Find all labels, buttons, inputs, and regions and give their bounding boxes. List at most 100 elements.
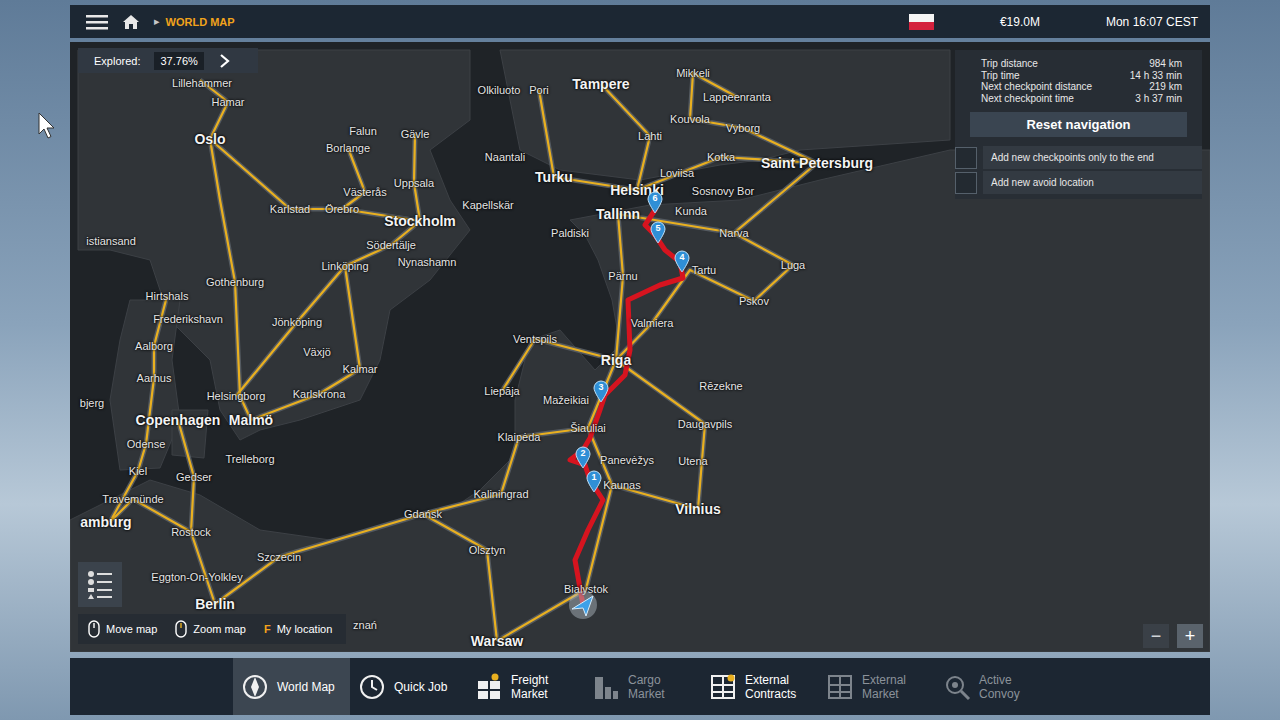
freight-boxes-icon [475,673,503,701]
city-label: Naantali [485,151,525,163]
city-label: Berlin [195,596,235,612]
city-label: Linköping [321,260,368,272]
mouse-icon [88,620,100,638]
city-label: istiansand [86,235,136,247]
city-label: Nynashamn [398,256,457,268]
city-label: Luga [781,259,805,271]
nav-tab-label: Cargo Market [628,673,693,701]
checkpoint-pin[interactable]: 1 [586,470,602,492]
checkpoint-pin[interactable]: 6 [647,191,663,213]
zoom-out-button[interactable]: − [1143,624,1169,648]
option-row[interactable]: Add new avoid location [955,170,1202,195]
convoy-search-icon [943,673,971,701]
city-label: bjerg [80,397,104,409]
city-label: Lillehammer [172,77,232,89]
clock: Mon 16:07 CEST [1106,15,1198,29]
trip-label: Next checkpoint distance [981,81,1092,93]
nav-tab-label: World Map [277,680,335,694]
checkpoint-pin[interactable]: 5 [650,221,666,243]
trip-value: 219 km [1149,81,1182,93]
city-label: Lappeenranta [703,91,771,103]
city-label: Växjö [303,346,331,358]
city-label: Jönköping [272,316,322,328]
city-label: Utena [678,455,707,467]
contracts-grid-icon [709,673,737,701]
city-label: Malmö [229,412,273,428]
nav-tab-label: External Contracts [745,673,810,701]
city-label: Kunda [675,205,707,217]
trip-row: Next checkpoint distance 219 km [955,81,1202,93]
nav-tab[interactable]: Active Convoy [935,658,1052,715]
city-label: Ventspils [513,333,557,345]
city-label: Stockholm [384,213,456,229]
city-label: Kouvola [670,113,710,125]
explored-label: Explored: [94,55,140,67]
city-label: amburg [80,514,131,530]
controls-bar: Move map Zoom map F My location [78,614,346,644]
home-icon[interactable] [122,14,140,30]
trip-value: 14 h 33 min [1130,70,1182,82]
money: €19.0M [1000,15,1040,29]
mouse-cursor-icon [38,112,56,144]
city-label: Riga [601,352,631,368]
city-label: Gedser [176,471,212,483]
game-window: ▸ WORLD MAP €19.0M Mon 16:07 CEST Lillehamme… [70,5,1210,715]
city-label: Warsaw [471,633,523,649]
checkpoint-pin[interactable]: 2 [575,446,591,468]
nav-tab[interactable]: External Contracts [701,658,818,715]
city-label: Panevėžys [600,454,654,466]
legend-button[interactable] [78,562,122,607]
city-label: Borlange [326,142,370,154]
city-label: Karlskrona [293,388,346,400]
city-label: Šiauliai [570,422,605,434]
nav-tab-label: Freight Market [511,673,576,701]
city-label: Aalborg [135,340,173,352]
nav-tab[interactable]: Quick Job [350,658,467,715]
city-label: Eggton-On-Yolkley [151,571,242,583]
nav-tab[interactable]: Freight Market [467,658,584,715]
reset-navigation-button[interactable]: Reset navigation [970,112,1187,137]
menu-icon[interactable] [86,14,108,30]
zoom-controls: −+ [1143,624,1203,648]
nav-tab[interactable]: World Map [233,658,350,715]
nav-tab[interactable]: External Market [818,658,935,715]
control-key: F [264,623,271,635]
nav-tab[interactable]: Cargo Market [584,658,701,715]
city-label: Kiel [129,465,147,477]
top-left: ▸ WORLD MAP [86,14,909,30]
city-label: Hamar [211,96,244,108]
city-label: Gävle [401,128,430,140]
city-label: Szczecin [257,551,301,563]
city-label: Kalmar [343,363,378,375]
city-label: Karlstad [270,203,310,215]
explored-value: 37.76% [154,52,203,70]
control-label: My location [277,623,333,635]
checkpoint-pin[interactable]: 4 [674,250,690,272]
breadcrumb-separator: ▸ [154,15,160,28]
trip-label: Trip time [981,70,1020,82]
page-title: WORLD MAP [166,16,235,28]
control-label: Move map [106,623,157,635]
zoom-in-button[interactable]: + [1177,624,1203,648]
trip-panel: Trip distance984 kmTrip time14 h 33 minN… [955,50,1202,199]
option-checkbox[interactable] [955,147,977,169]
cargo-chart-icon [592,673,620,701]
city-label: Vyborg [726,122,760,134]
checkpoint-pin[interactable]: 3 [593,380,609,402]
checkpoint-number: 5 [650,223,666,233]
city-label: Tallinn [596,206,640,222]
world-map[interactable]: LillehammerHamarOsloFalunGävleBorlangeVä… [70,42,1210,652]
top-bar: ▸ WORLD MAP €19.0M Mon 16:07 CEST [70,5,1210,38]
option-checkbox[interactable] [955,172,977,194]
checkpoint-number: 6 [647,193,663,203]
chevron-right-icon[interactable] [218,54,230,68]
city-label: znań [353,619,377,631]
option-row[interactable]: Add new checkpoints only to the end [955,145,1202,170]
city-label: Hirtshals [146,290,189,302]
trip-row: Trip distance984 km [955,58,1202,70]
checkpoint-number: 1 [586,472,602,482]
control-hint: Zoom map [175,620,246,638]
trip-value: 984 km [1149,58,1182,70]
explored-box: Explored: 37.76% [78,48,258,73]
nav-tab-label: Active Convoy [979,673,1044,701]
